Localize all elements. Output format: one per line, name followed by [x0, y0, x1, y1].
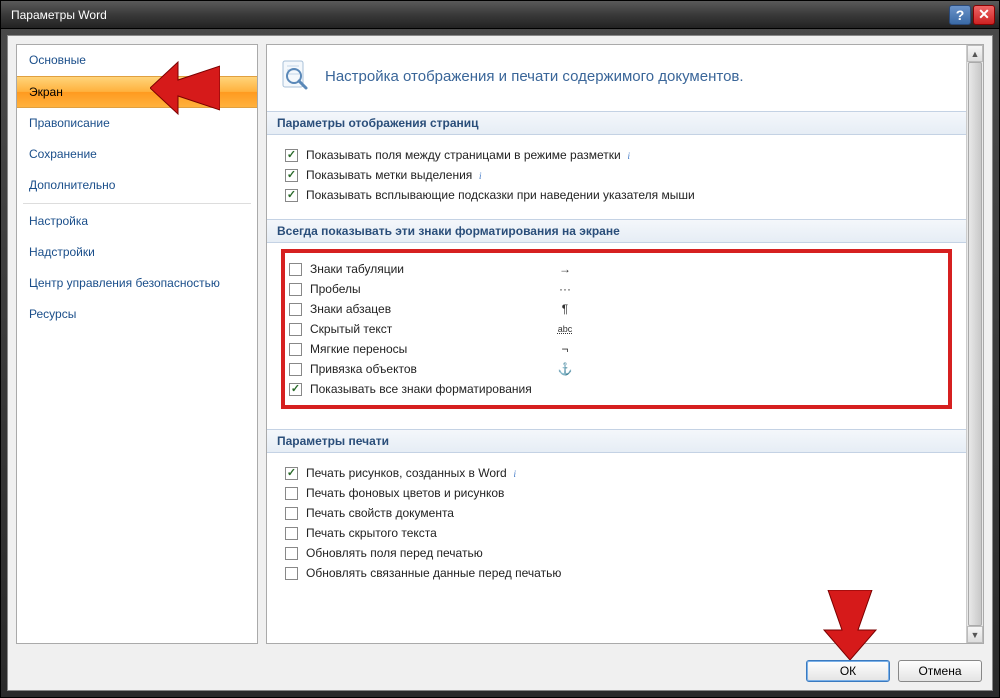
checkbox-icon[interactable] [285, 467, 298, 480]
checkbox-icon[interactable] [289, 343, 302, 356]
ok-button[interactable]: ОК [806, 660, 890, 682]
sidebar-item-general[interactable]: Основные [17, 45, 257, 76]
highlight-annotation: Знаки табуляции → Пробелы ··· Знаки абза… [281, 249, 952, 409]
sidebar-item-save[interactable]: Сохранение [17, 139, 257, 170]
sidebar-item-customize[interactable]: Настройка [17, 206, 257, 237]
checkbox-icon[interactable] [285, 149, 298, 162]
sidebar-item-addins[interactable]: Надстройки [17, 237, 257, 268]
checkbox-icon[interactable] [289, 303, 302, 316]
checkbox-icon[interactable] [289, 323, 302, 336]
option-print-properties[interactable]: Печать свойств документа [285, 503, 948, 523]
window-title: Параметры Word [11, 8, 949, 22]
section-formatting-marks: Знаки табуляции → Пробелы ··· Знаки абза… [267, 243, 966, 429]
option-label: Знаки абзацев [310, 302, 550, 316]
magnifier-icon [279, 59, 313, 93]
option-label: Мягкие переносы [310, 342, 550, 356]
vertical-scrollbar[interactable]: ▲ ▼ [966, 45, 983, 643]
section-printing-header: Параметры печати [267, 429, 966, 453]
checkbox-icon[interactable] [285, 507, 298, 520]
checkbox-icon[interactable] [285, 487, 298, 500]
option-label: Печать скрытого текста [306, 526, 437, 540]
option-label: Скрытый текст [310, 322, 550, 336]
option-label: Печать рисунков, созданных в Wordi [306, 466, 521, 480]
option-show-all-marks[interactable]: Показывать все знаки форматирования [289, 379, 944, 399]
content-panel: Настройка отображения и печати содержимо… [266, 44, 984, 644]
section-page-display-header: Параметры отображения страниц [267, 111, 966, 135]
option-print-word-drawings[interactable]: Печать рисунков, созданных в Wordi [285, 463, 948, 483]
section-printing: Печать рисунков, созданных в Wordi Печат… [267, 453, 966, 597]
checkbox-icon[interactable] [285, 189, 298, 202]
dialog-window: Параметры Word ? ✕ Основные Экран Правоп… [0, 0, 1000, 698]
checkbox-icon[interactable] [285, 547, 298, 560]
checkbox-icon[interactable] [285, 567, 298, 580]
option-object-anchors[interactable]: Привязка объектов ⚓ [289, 359, 944, 379]
section-page-display: Показывать поля между страницами в режим… [267, 135, 966, 219]
sidebar-item-trust-center[interactable]: Центр управления безопасностью [17, 268, 257, 299]
page-header: Настройка отображения и печати содержимо… [267, 45, 966, 111]
content-scroll: Настройка отображения и печати содержимо… [267, 45, 966, 643]
dialog-footer: ОК Отмена [8, 652, 992, 690]
option-show-page-margins[interactable]: Показывать поля между страницами в режим… [285, 145, 948, 165]
sidebar-item-proofing[interactable]: Правописание [17, 108, 257, 139]
option-paragraph-marks[interactable]: Знаки абзацев ¶ [289, 299, 944, 319]
scroll-thumb[interactable] [968, 62, 982, 626]
dialog-body: Основные Экран Правописание Сохранение Д… [7, 35, 993, 691]
scroll-up-arrow[interactable]: ▲ [967, 45, 983, 62]
option-label: Обновлять поля перед печатью [306, 546, 483, 560]
option-print-hidden[interactable]: Печать скрытого текста [285, 523, 948, 543]
option-label: Показывать всплывающие подсказки при нав… [306, 188, 695, 202]
checkbox-icon[interactable] [289, 383, 302, 396]
option-label: Печать свойств документа [306, 506, 454, 520]
info-icon[interactable]: i [474, 170, 486, 182]
titlebar-buttons: ? ✕ [949, 5, 995, 25]
info-icon[interactable]: i [509, 468, 521, 480]
help-button[interactable]: ? [949, 5, 971, 25]
checkbox-icon[interactable] [285, 527, 298, 540]
option-update-fields[interactable]: Обновлять поля перед печатью [285, 543, 948, 563]
close-button[interactable]: ✕ [973, 5, 995, 25]
checkbox-icon[interactable] [289, 263, 302, 276]
paragraph-symbol-icon: ¶ [550, 302, 580, 316]
sidebar-separator [23, 203, 251, 204]
cancel-button[interactable]: Отмена [898, 660, 982, 682]
option-label: Пробелы [310, 282, 550, 296]
sidebar-item-display[interactable]: Экран [17, 76, 257, 108]
scroll-down-arrow[interactable]: ▼ [967, 626, 983, 643]
option-label: Печать фоновых цветов и рисунков [306, 486, 504, 500]
sidebar-item-resources[interactable]: Ресурсы [17, 299, 257, 330]
option-label: Показывать метки выделенияi [306, 168, 486, 182]
option-hidden-text[interactable]: Скрытый текст abc [289, 319, 944, 339]
info-icon[interactable]: i [623, 150, 635, 162]
option-print-background[interactable]: Печать фоновых цветов и рисунков [285, 483, 948, 503]
option-spaces[interactable]: Пробелы ··· [289, 279, 944, 299]
anchor-symbol-icon: ⚓ [550, 362, 580, 376]
option-tab-marks[interactable]: Знаки табуляции → [289, 259, 944, 279]
option-label: Знаки табуляции [310, 262, 550, 276]
option-update-linked[interactable]: Обновлять связанные данные перед печатью [285, 563, 948, 583]
hidden-text-symbol-icon: abc [550, 324, 580, 334]
checkbox-icon[interactable] [285, 169, 298, 182]
option-show-tooltips[interactable]: Показывать всплывающие подсказки при нав… [285, 185, 948, 205]
page-header-text: Настройка отображения и печати содержимо… [325, 68, 744, 85]
option-soft-hyphens[interactable]: Мягкие переносы ¬ [289, 339, 944, 359]
category-sidebar: Основные Экран Правописание Сохранение Д… [16, 44, 258, 644]
option-show-selection-marks[interactable]: Показывать метки выделенияi [285, 165, 948, 185]
main-area: Основные Экран Правописание Сохранение Д… [8, 36, 992, 652]
sidebar-item-advanced[interactable]: Дополнительно [17, 170, 257, 201]
option-label: Привязка объектов [310, 362, 550, 376]
space-symbol-icon: ··· [550, 282, 580, 296]
hyphen-symbol-icon: ¬ [550, 342, 580, 356]
option-label: Показывать все знаки форматирования [310, 382, 550, 396]
option-label: Обновлять связанные данные перед печатью [306, 566, 561, 580]
section-formatting-marks-header: Всегда показывать эти знаки форматирован… [267, 219, 966, 243]
checkbox-icon[interactable] [289, 363, 302, 376]
checkbox-icon[interactable] [289, 283, 302, 296]
titlebar[interactable]: Параметры Word ? ✕ [1, 1, 999, 29]
tab-symbol-icon: → [550, 262, 580, 276]
option-label: Показывать поля между страницами в режим… [306, 148, 635, 162]
